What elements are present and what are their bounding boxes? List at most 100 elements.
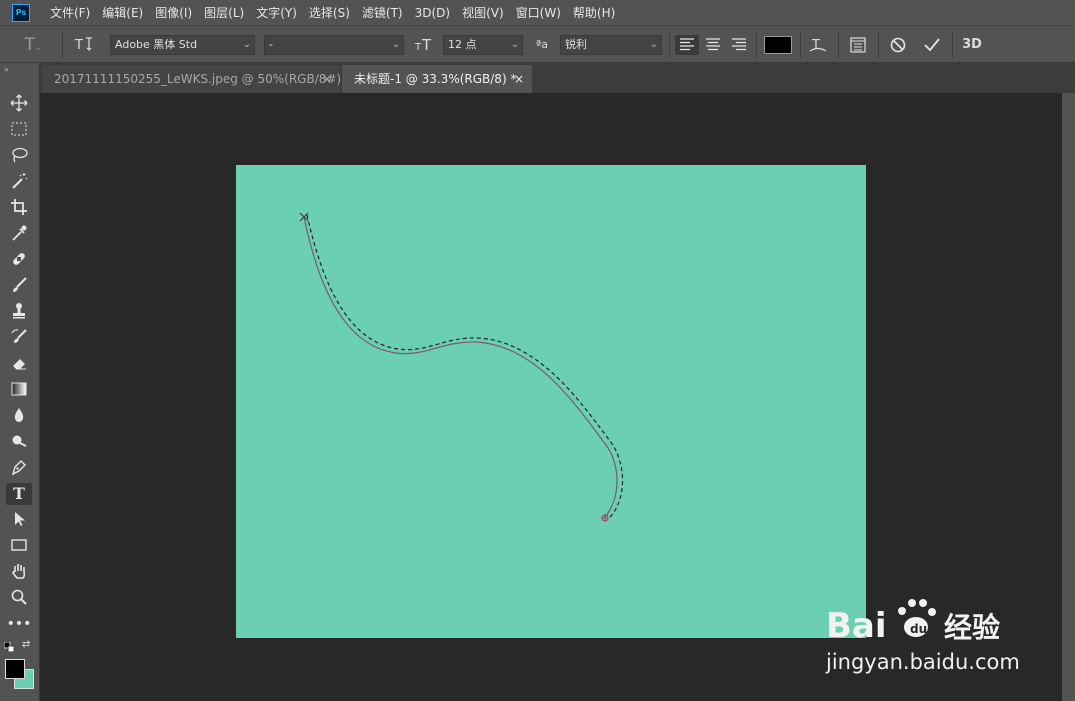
eraser-tool[interactable] xyxy=(6,353,32,375)
align-left-button[interactable] xyxy=(675,35,699,55)
3d-button[interactable]: 3D xyxy=(960,35,984,55)
menu-edit[interactable]: 编辑(E) xyxy=(96,4,149,21)
cancel-edits-button[interactable] xyxy=(886,35,910,55)
svg-text:du: du xyxy=(910,622,927,636)
default-colors-icon[interactable] xyxy=(3,641,15,653)
magic-wand-tool[interactable] xyxy=(6,171,32,193)
antialias-value: 锐利 xyxy=(565,38,587,51)
more-tools-button[interactable]: ••• xyxy=(6,613,32,635)
font-family-value: Adobe 黑体 Std xyxy=(115,38,198,51)
history-brush-tool[interactable] xyxy=(6,327,32,349)
photoshop-logo: Ps xyxy=(12,3,30,22)
marquee-tool[interactable] xyxy=(6,119,32,141)
tab-label: 20171111150255_LeWKS.jpeg @ 50%(RGB/8#) … xyxy=(54,72,351,86)
menu-select[interactable]: 选择(S) xyxy=(303,4,356,21)
align-right-button[interactable] xyxy=(727,35,751,55)
separator xyxy=(878,32,879,58)
zoom-tool[interactable] xyxy=(6,587,32,609)
move-icon xyxy=(10,94,28,112)
close-icon[interactable]: × xyxy=(322,65,332,93)
lasso-tool[interactable] xyxy=(6,145,32,167)
eyedropper-tool[interactable] xyxy=(6,223,32,245)
tool-preset-type-icon[interactable]: T⌄ xyxy=(20,35,46,55)
text-path xyxy=(299,212,624,522)
menu-image[interactable]: 图像(I) xyxy=(149,4,198,21)
menu-file[interactable]: 文件(F) xyxy=(44,4,96,21)
document-canvas[interactable] xyxy=(236,165,866,638)
type-icon: T xyxy=(13,484,25,503)
gradient-tool[interactable] xyxy=(6,379,32,401)
magnifier-icon xyxy=(11,589,27,605)
separator xyxy=(952,32,953,58)
align-center-button[interactable] xyxy=(701,35,725,55)
path-selection-tool[interactable] xyxy=(6,509,32,531)
type-tool[interactable]: T xyxy=(6,483,32,505)
character-panel-button[interactable] xyxy=(846,35,870,55)
warp-text-button[interactable]: T xyxy=(806,35,830,55)
svg-text:Bai: Bai xyxy=(826,606,887,645)
gradient-icon xyxy=(11,382,27,396)
rectangle-icon xyxy=(11,539,27,551)
toggle-text-orientation-icon[interactable]: T xyxy=(72,35,96,55)
align-center-icon xyxy=(706,38,720,51)
menu-window[interactable]: 窗口(W) xyxy=(510,4,567,21)
options-bar: T⌄ T Adobe 黑体 Std ⌄ - ⌄ TT 12 点 ⌄ ªa 锐利 … xyxy=(0,25,1075,63)
collapse-panel-icon[interactable]: » xyxy=(4,65,9,74)
pen-tool[interactable] xyxy=(6,457,32,479)
antialias-select[interactable]: 锐利 ⌄ xyxy=(560,35,662,55)
svg-text:T: T xyxy=(74,38,83,53)
antialias-icon: ªa xyxy=(536,38,548,51)
align-left-icon xyxy=(680,38,694,51)
healing-brush-tool[interactable] xyxy=(6,249,32,271)
align-right-icon xyxy=(732,38,746,51)
eraser-icon xyxy=(13,359,26,370)
menu-3d[interactable]: 3D(D) xyxy=(409,6,456,20)
rectangle-tool[interactable] xyxy=(6,535,32,557)
chevron-down-icon: ⌄ xyxy=(649,39,658,50)
font-size-icon: TT xyxy=(414,35,438,55)
close-icon[interactable]: × xyxy=(514,65,524,93)
chevron-down-icon: ⌄ xyxy=(391,39,400,50)
dodge-tool[interactable] xyxy=(6,431,32,453)
foreground-color-swatch[interactable] xyxy=(5,659,25,679)
path-selection-arrow-icon xyxy=(15,512,25,526)
bandage-icon xyxy=(13,253,25,265)
watermark-brand-suffix: 经验 xyxy=(944,611,1000,644)
text-color-swatch[interactable] xyxy=(764,36,792,54)
crop-icon xyxy=(11,199,27,215)
menu-bar: Ps 文件(F) 编辑(E) 图像(I) 图层(L) 文字(Y) 选择(S) 滤… xyxy=(0,0,1075,25)
font-style-value: - xyxy=(269,38,273,51)
crop-tool[interactable] xyxy=(6,197,32,219)
warp-text-icon: T xyxy=(809,38,827,53)
menu-type[interactable]: 文字(Y) xyxy=(250,4,303,21)
tab-document-2[interactable]: 未标题-1 @ 33.3%(RGB/8) * × xyxy=(342,65,532,93)
chevron-down-icon: ⌄ xyxy=(242,39,251,50)
brush-tool[interactable] xyxy=(6,275,32,297)
menu-layer[interactable]: 图层(L) xyxy=(198,4,250,21)
path-end-anchor-icon xyxy=(601,514,609,522)
font-style-select[interactable]: - ⌄ xyxy=(264,35,404,55)
clone-stamp-tool[interactable] xyxy=(6,301,32,323)
eyedropper-icon xyxy=(12,225,27,241)
brush-icon xyxy=(13,277,27,292)
menu-help[interactable]: 帮助(H) xyxy=(567,4,621,21)
commit-edits-button[interactable] xyxy=(920,35,944,55)
separator xyxy=(838,32,839,58)
font-family-select[interactable]: Adobe 黑体 Std ⌄ xyxy=(110,35,255,55)
move-tool[interactable] xyxy=(6,93,32,115)
swap-colors-icon[interactable]: ⇄ xyxy=(22,639,30,650)
svg-text:T: T xyxy=(421,36,432,53)
separator xyxy=(62,32,63,58)
menu-view[interactable]: 视图(V) xyxy=(456,4,510,21)
font-size-select[interactable]: 12 点 ⌄ xyxy=(443,35,523,55)
dodge-icon xyxy=(12,435,27,447)
blur-tool[interactable] xyxy=(6,405,32,427)
chevron-down-icon: ⌄ xyxy=(510,39,519,50)
rectangle-marquee-icon xyxy=(11,122,27,136)
hand-tool[interactable] xyxy=(6,561,32,583)
magic-wand-icon xyxy=(12,173,28,189)
separator xyxy=(756,32,757,58)
tab-document-1[interactable]: 20171111150255_LeWKS.jpeg @ 50%(RGB/8#) … xyxy=(42,65,351,93)
font-size-value: 12 点 xyxy=(448,38,477,51)
menu-filter[interactable]: 滤镜(T) xyxy=(356,4,409,21)
